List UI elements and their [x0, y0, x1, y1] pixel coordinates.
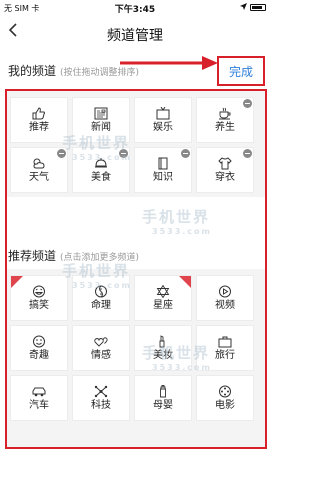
battery-icon	[250, 3, 266, 11]
annotation-arrow	[120, 56, 218, 70]
annotation-frame	[5, 89, 267, 449]
status-right-icons	[240, 3, 266, 11]
done-button[interactable]: 完成	[217, 56, 265, 86]
status-time: 下午3:45	[114, 5, 156, 15]
my-channels-title: 我的频道	[8, 64, 57, 78]
location-icon	[240, 3, 247, 10]
page-title: 频道管理	[107, 28, 163, 44]
nav-bar: 频道管理	[0, 16, 270, 54]
status-bar: 无 SIM 卡 下午3:45	[0, 0, 270, 16]
